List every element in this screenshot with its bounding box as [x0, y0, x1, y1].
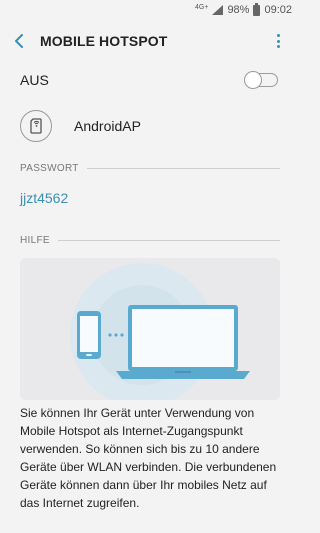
phone-icon [77, 311, 101, 359]
status-bar: 4G+ 98% 09:02 [0, 0, 300, 20]
more-vert-icon-dot [276, 45, 280, 48]
back-button[interactable] [0, 20, 40, 62]
toggle-label: AUS [20, 72, 49, 88]
hotspot-toggle-row[interactable]: AUS [0, 62, 300, 98]
hotspot-illustration-graphic [70, 263, 250, 400]
more-vert-icon-dot [276, 39, 280, 43]
laptop-icon [116, 305, 250, 379]
help-text: Sie können Ihr Gerät unter Verwendung vo… [20, 406, 277, 510]
signal-icon [212, 5, 224, 15]
toggle-knob [244, 71, 262, 89]
network-row[interactable]: AndroidAP [0, 100, 300, 152]
network-type: 4G+ [195, 3, 209, 11]
divider [86, 168, 280, 169]
divider [57, 240, 280, 241]
password-section-header: PASSWORT [20, 163, 280, 174]
app-bar: MOBILE HOTSPOT [0, 20, 300, 62]
network-name: AndroidAP [74, 118, 141, 134]
chevron-left-icon [15, 34, 23, 48]
help-header-label: HILFE [20, 235, 50, 246]
hotspot-toggle-switch[interactable] [244, 71, 278, 89]
more-vert-icon-dot [276, 34, 280, 37]
phone-link-icon [30, 118, 42, 134]
hotspot-illustration [20, 258, 280, 400]
password-header-label: PASSWORT [20, 163, 79, 174]
more-options-button[interactable] [272, 32, 284, 50]
password-value[interactable]: jjzt4562 [20, 190, 68, 206]
help-section-header: HILFE [20, 235, 280, 246]
status-time: 09:02 [264, 4, 292, 16]
battery-level: 98% [227, 4, 250, 16]
battery-icon [253, 2, 261, 16]
network-icon [20, 110, 52, 142]
page-title: MOBILE HOTSPOT [40, 33, 168, 49]
